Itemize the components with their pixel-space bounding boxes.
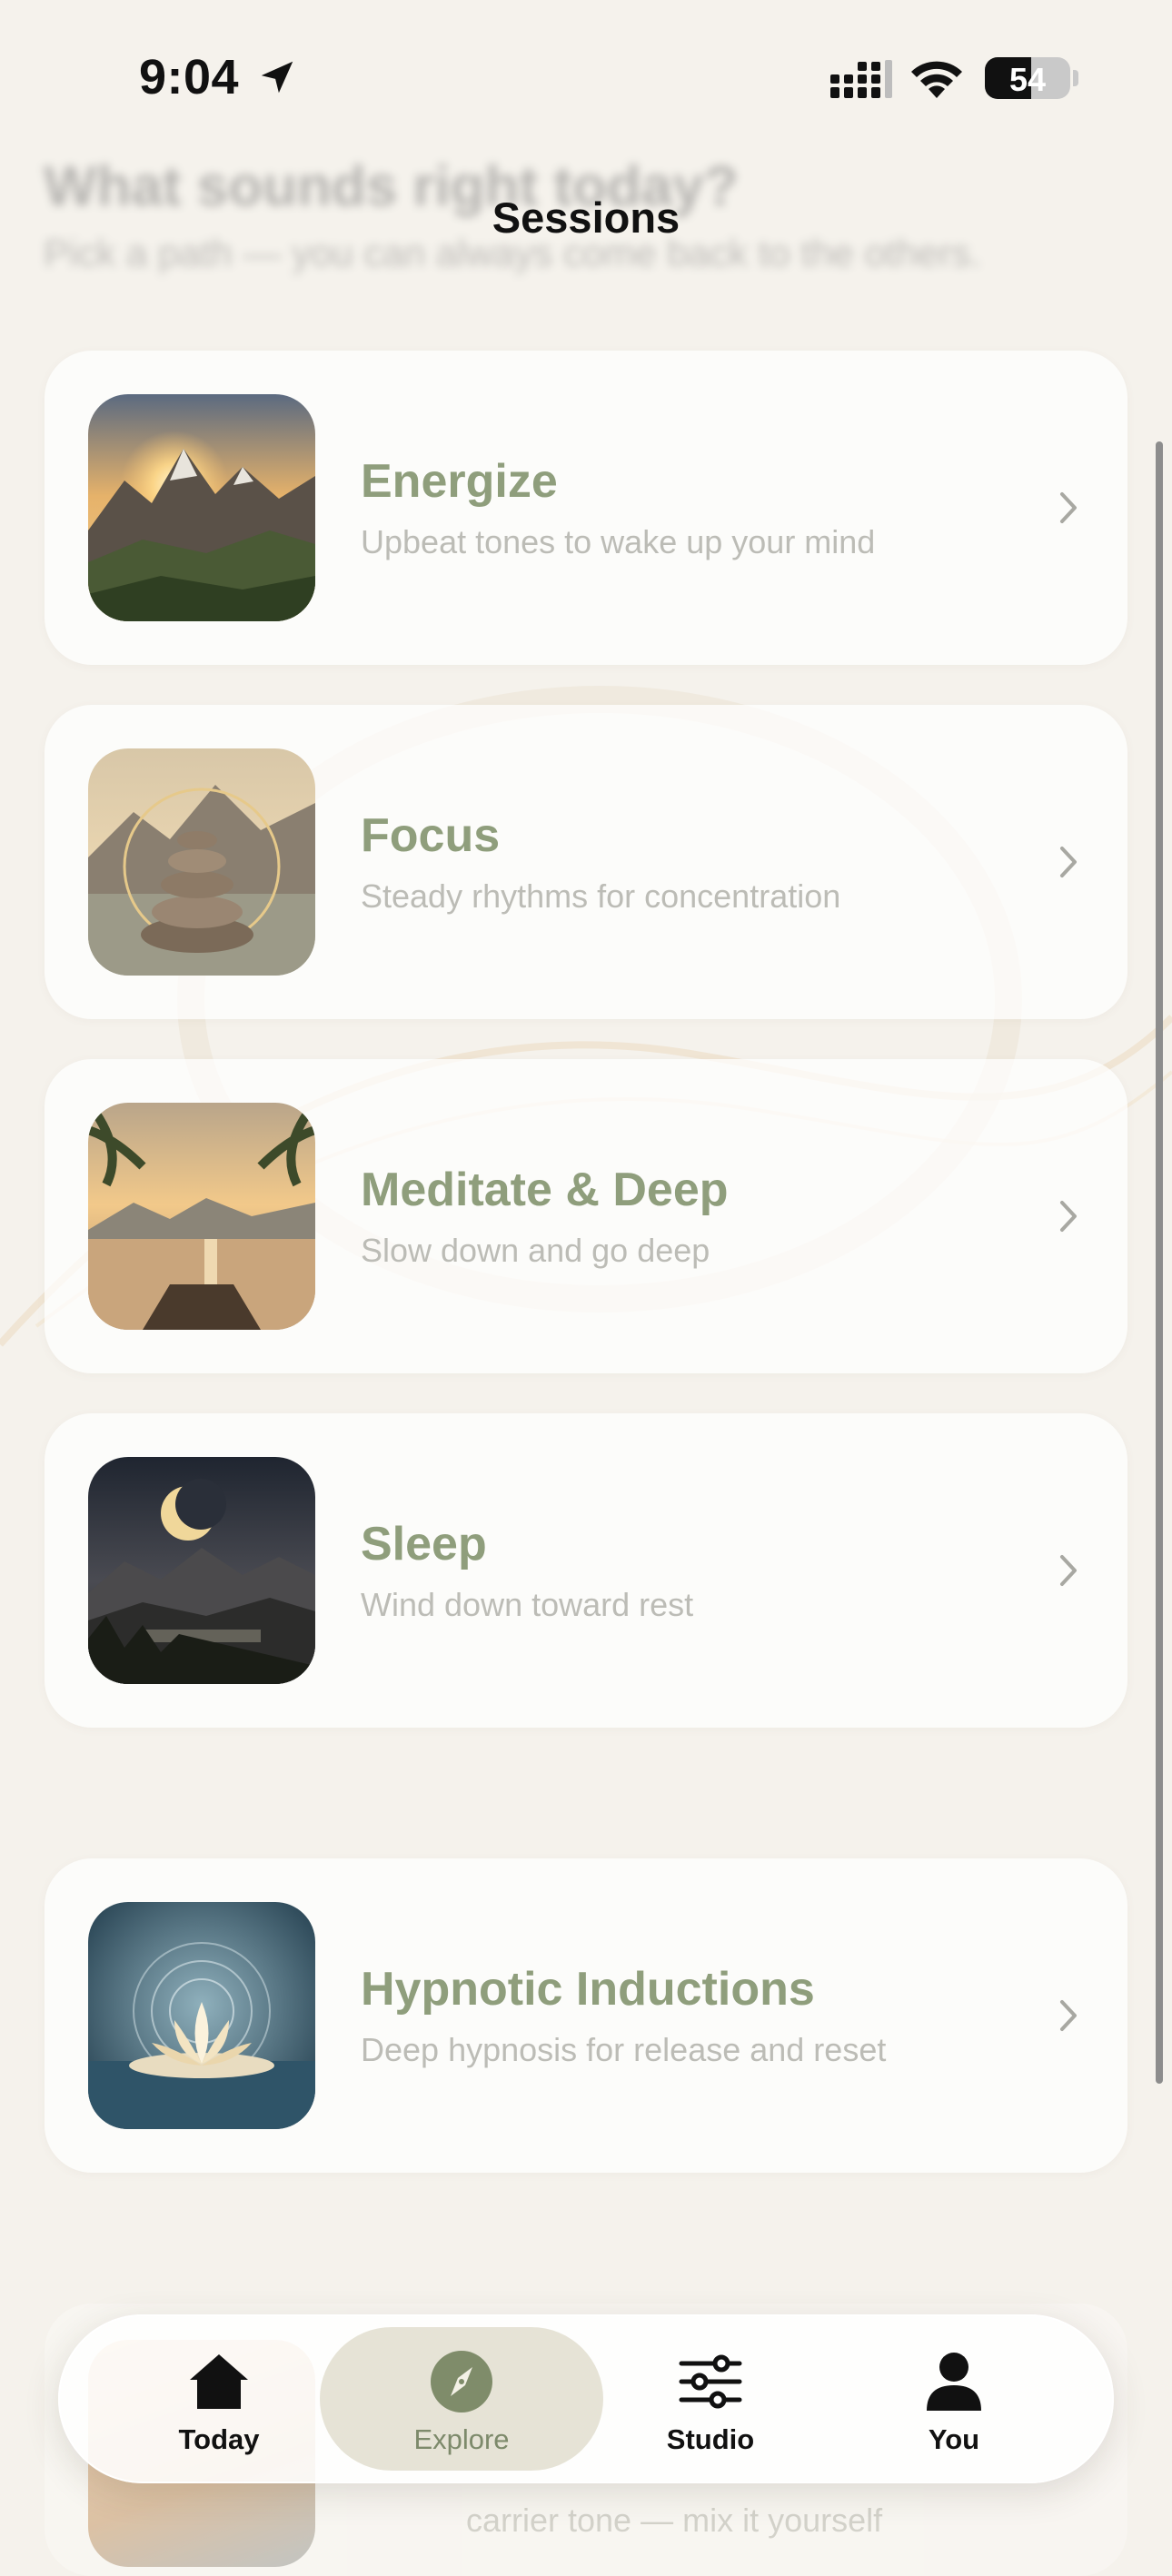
page-title: Sessions — [492, 193, 680, 242]
tab-label: You — [928, 2423, 980, 2455]
tab-studio[interactable]: Studio — [569, 2327, 852, 2471]
focus-thumbnail — [88, 748, 315, 976]
meditate-thumbnail — [88, 1103, 315, 1330]
tab-you[interactable]: You — [812, 2327, 1096, 2471]
session-subtitle: Upbeat tones to wake up your mind — [361, 523, 876, 560]
sliders-icon — [679, 2354, 742, 2409]
sleep-thumbnail — [88, 1457, 315, 1684]
session-card-hypnotic[interactable]: Hypnotic Inductions Deep hypnosis for re… — [45, 1858, 1127, 2173]
battery-indicator: 54 — [985, 57, 1070, 99]
tab-explore[interactable]: Explore — [320, 2327, 603, 2471]
hypnotic-thumbnail — [88, 1902, 315, 2129]
session-title: Hypnotic Inductions — [361, 1963, 815, 2016]
tab-label: Explore — [413, 2423, 510, 2455]
session-card-sleep[interactable]: Sleep Wind down toward rest — [45, 1413, 1127, 1728]
session-title: Focus — [361, 809, 501, 862]
tab-bar: Today Explore Studio You — [58, 2314, 1114, 2483]
session-subtitle: Wind down toward rest — [361, 1586, 694, 1623]
energize-thumbnail — [88, 394, 315, 621]
session-subtitle: Deep hypnosis for release and reset — [361, 2031, 887, 2068]
location-arrow-icon — [261, 61, 293, 94]
session-card-focus[interactable]: Focus Steady rhythms for concentration — [45, 705, 1127, 1019]
chevron-right-icon — [1060, 492, 1077, 523]
moon-mountains-image — [88, 1457, 315, 1684]
session-title: Energize — [361, 455, 558, 508]
wifi-icon — [911, 61, 962, 98]
person-icon — [927, 2353, 981, 2411]
session-subtitle: Slow down and go deep — [361, 1232, 710, 1269]
chevron-right-icon — [1060, 2000, 1077, 2031]
home-icon — [190, 2354, 248, 2409]
lake-dock-image — [88, 1103, 315, 1330]
session-title: Meditate & Deep — [361, 1164, 729, 1216]
mountain-sunrise-image — [88, 394, 315, 621]
session-title: Sleep — [361, 1518, 487, 1570]
chevron-right-icon — [1060, 1201, 1077, 1232]
session-subtitle: Steady rhythms for concentration — [361, 877, 841, 915]
partial-subtitle: carrier tone — mix it yourself — [466, 2502, 883, 2539]
lotus-water-image — [88, 1902, 315, 2129]
tab-label: Today — [178, 2423, 260, 2455]
battery-level: 54 — [1008, 61, 1047, 98]
session-card-meditate[interactable]: Meditate & Deep Slow down and go deep — [45, 1059, 1127, 1373]
stacked-stones-image — [88, 748, 315, 976]
status-time: 9:04 — [139, 50, 240, 104]
tab-today[interactable]: Today — [77, 2327, 361, 2471]
battery-tip — [1073, 70, 1078, 86]
compass-icon — [431, 2351, 492, 2413]
chevron-right-icon — [1060, 1555, 1077, 1586]
session-card-energize[interactable]: Energize Upbeat tones to wake up your mi… — [45, 351, 1127, 665]
cellular-signal-icon — [830, 60, 892, 98]
chevron-right-icon — [1060, 847, 1077, 877]
scroll-indicator[interactable] — [1156, 441, 1163, 2084]
tab-label: Studio — [666, 2423, 755, 2455]
